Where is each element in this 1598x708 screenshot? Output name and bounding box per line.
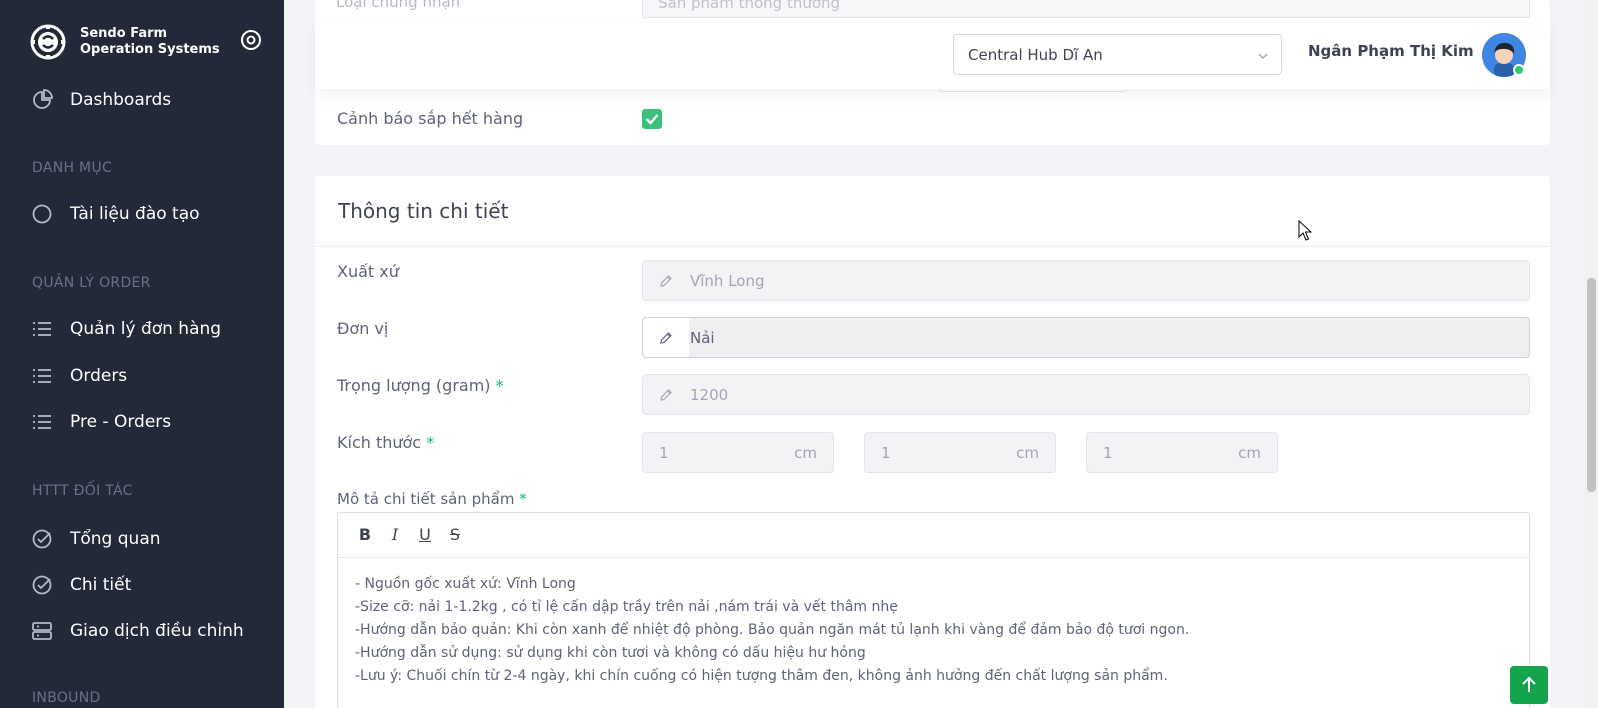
- hub-select-value: Central Hub Dĩ An: [968, 46, 1103, 64]
- sidebar-item-label: Chi tiết: [70, 575, 132, 595]
- underline-button[interactable]: U: [416, 526, 434, 544]
- required-mark: *: [426, 433, 435, 452]
- sidebar-item-pre-orders[interactable]: Pre - Orders: [0, 402, 284, 442]
- sidebar-item-giao-dich[interactable]: Giao dịch điều chỉnh: [0, 611, 284, 651]
- sidebar: Sendo Farm Operation Systems Dashboards …: [0, 0, 284, 708]
- weight-value: 1200: [690, 386, 729, 404]
- dimensions-label-text: Kích thước: [337, 433, 422, 452]
- brand-line-2: Operation Systems: [80, 42, 220, 57]
- section-httt-doi-tac: HTTT ĐỐI TÁC: [32, 483, 133, 499]
- weight-label-text: Trọng lượng (gram): [337, 376, 491, 395]
- mouse-cursor-icon: [1298, 220, 1312, 241]
- description-line: -Hướng dẫn bảo quản: Khi còn xanh để nhi…: [355, 622, 1190, 638]
- length-value: 1: [659, 444, 669, 462]
- sidebar-item-quan-ly-don-hang[interactable]: Quản lý đơn hàng: [0, 309, 284, 349]
- sidebar-item-label: Orders: [70, 366, 128, 386]
- weight-label: Trọng lượng (gram) *: [337, 376, 504, 395]
- section-danh-muc: DANH MỤC: [32, 160, 113, 176]
- sidebar-item-label: Tài liệu đào tạo: [70, 204, 200, 224]
- certification-value: Sản phẩm thông thường: [658, 0, 841, 12]
- scrollbar-thumb[interactable]: [1587, 278, 1596, 492]
- certification-label: Loại chứng nhận: [336, 0, 461, 11]
- description-line: -Hướng dẫn sử dụng: sử dụng khi còn tươi…: [355, 645, 866, 661]
- brand[interactable]: Sendo Farm Operation Systems: [0, 0, 284, 84]
- sidebar-item-label: Dashboards: [70, 90, 172, 110]
- sidebar-item-tong-quan[interactable]: Tổng quan: [0, 519, 284, 559]
- origin-value: Vĩnh Long: [690, 272, 765, 290]
- list-icon: [33, 322, 51, 336]
- check-icon: [645, 114, 659, 125]
- editor-content[interactable]: - Nguồn gốc xuất xứ: Vĩnh Long -Size cỡ:…: [355, 573, 1189, 688]
- sidebar-item-label: Tổng quan: [70, 529, 161, 549]
- origin-label: Xuất xứ: [337, 262, 399, 281]
- width-field[interactable]: 1 cm: [864, 432, 1056, 473]
- unit-label: Đơn vị: [337, 319, 389, 338]
- sidebar-item-dashboards[interactable]: Dashboards: [0, 80, 284, 120]
- hub-select[interactable]: Central Hub Dĩ An: [953, 34, 1282, 75]
- length-field[interactable]: 1 cm: [642, 432, 834, 473]
- unit-value: Nải: [690, 329, 715, 347]
- editor-toolbar: B I U S: [338, 513, 1529, 558]
- page-title: Thông tin chi tiết: [338, 199, 509, 223]
- certification-field[interactable]: Sản phẩm thông thường: [642, 0, 1530, 18]
- sidebar-item-label: Pre - Orders: [70, 412, 172, 432]
- circle-icon: [32, 204, 52, 224]
- origin-field[interactable]: Vĩnh Long: [642, 260, 1530, 301]
- sidebar-item-tai-lieu[interactable]: Tài liệu đào tạo: [0, 194, 284, 234]
- user-name[interactable]: Ngân Phạm Thị Kim: [1308, 42, 1474, 60]
- weight-field[interactable]: 1200: [642, 374, 1530, 415]
- description-label-text: Mô tả chi tiết sản phẩm: [337, 490, 515, 508]
- brand-name: Sendo Farm Operation Systems: [80, 26, 220, 58]
- pen-icon: [660, 332, 672, 344]
- online-status-dot: [1513, 64, 1525, 76]
- sidebar-item-label: Giao dịch điều chỉnh: [70, 621, 244, 641]
- height-value: 1: [1103, 444, 1113, 462]
- sidebar-toggle-icon[interactable]: [240, 29, 262, 51]
- low-stock-warning-checkbox[interactable]: [642, 109, 662, 129]
- low-stock-warning-label: Cảnh báo sắp hết hàng: [337, 109, 524, 128]
- width-value: 1: [881, 444, 891, 462]
- required-mark: *: [519, 490, 527, 508]
- section-inbound: INBOUND: [32, 690, 101, 706]
- required-mark: *: [495, 376, 504, 395]
- description-line: -Size cỡ: nải 1-1.2kg , có tỉ lệ cấn dập…: [355, 599, 898, 615]
- list-icon: [33, 415, 51, 429]
- scroll-top-button[interactable]: [1510, 666, 1548, 704]
- description-line: -Lưu ý: Chuối chín từ 2-4 ngày, khi chín…: [355, 668, 1168, 684]
- strikethrough-button[interactable]: S: [446, 526, 464, 544]
- chevron-down-icon: [1258, 53, 1268, 59]
- sidebar-item-orders[interactable]: Orders: [0, 356, 284, 396]
- bold-button[interactable]: B: [356, 526, 374, 544]
- sendo-logo-icon: [30, 24, 66, 60]
- height-field[interactable]: 1 cm: [1086, 432, 1278, 473]
- section-quan-ly-order: QUẢN LÝ ORDER: [32, 275, 151, 291]
- description-line: - Nguồn gốc xuất xứ: Vĩnh Long: [355, 576, 576, 592]
- dimensions-label: Kích thước *: [337, 433, 434, 452]
- server-icon: [32, 622, 52, 640]
- height-unit: cm: [1238, 444, 1261, 462]
- check-circle-icon: [32, 529, 52, 549]
- list-icon: [33, 369, 51, 383]
- unit-field[interactable]: Nải: [642, 317, 1530, 358]
- brand-line-1: Sendo Farm: [80, 26, 168, 41]
- sidebar-item-label: Quản lý đơn hàng: [70, 319, 222, 339]
- width-unit: cm: [1016, 444, 1039, 462]
- partial-field[interactable]: [939, 89, 1127, 92]
- arrow-up-icon: [1522, 676, 1536, 692]
- top-header: Central Hub Dĩ An Ngân Phạm Thị Kim: [315, 20, 1550, 89]
- italic-button[interactable]: I: [386, 526, 404, 544]
- divider: [315, 246, 1550, 247]
- description-editor[interactable]: B I U S - Nguồn gốc xuất xứ: Vĩnh Long -…: [337, 512, 1530, 708]
- sidebar-item-chi-tiet[interactable]: Chi tiết: [0, 565, 284, 605]
- check-circle-icon: [32, 575, 52, 595]
- description-label: Mô tả chi tiết sản phẩm *: [337, 490, 527, 508]
- pie-chart-icon: [33, 89, 53, 109]
- pen-icon: [660, 389, 672, 401]
- pen-icon: [660, 275, 672, 287]
- length-unit: cm: [794, 444, 817, 462]
